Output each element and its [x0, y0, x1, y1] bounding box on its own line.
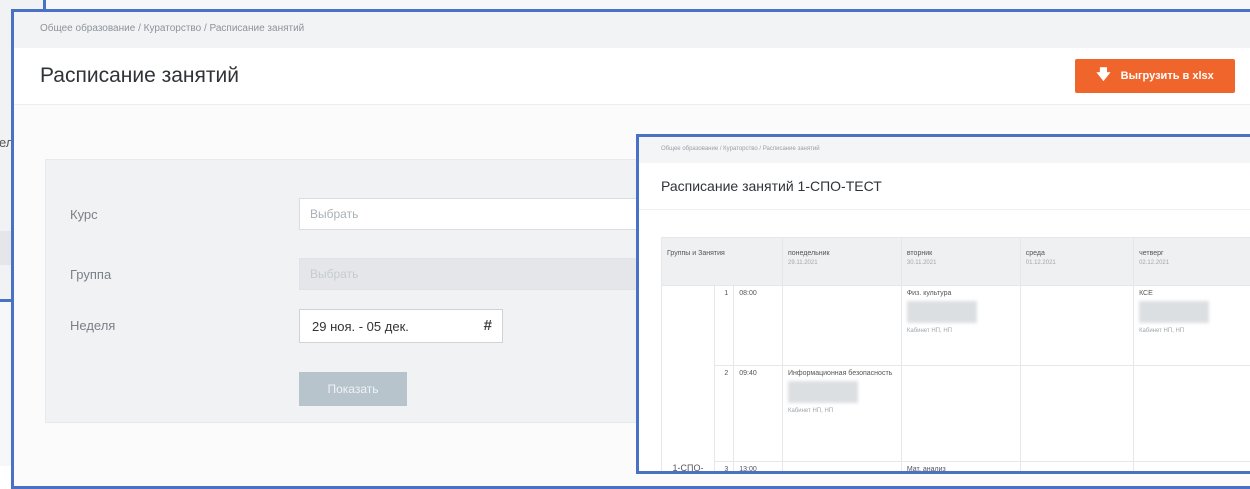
header-groups: Группы и Занятия: [662, 238, 783, 286]
group-placeholder: Выбрать: [310, 267, 358, 281]
table-row: 1-СПО-ТЕСТ 1 08:00 Физ. культураКабинет …: [662, 286, 1250, 366]
lesson-cell: [1020, 286, 1133, 366]
lesson-cell: Мат. анализ: [901, 462, 1020, 475]
lesson-number: 3: [714, 462, 733, 475]
week-value: 29 ноя. - 05 дек.: [312, 319, 409, 334]
header-day: четверг02.12.2021: [1134, 238, 1250, 286]
lesson-cell: КСЕКабинет НП, НП: [1134, 286, 1250, 366]
lesson-cell: [1134, 366, 1250, 462]
week-label: Неделя: [70, 318, 115, 333]
schedule-header-row: Группы и Занятия понедельник29.11.2021 в…: [662, 238, 1250, 286]
show-button-label: Показать: [327, 382, 378, 396]
course-placeholder: Выбрать: [310, 207, 358, 221]
lesson-number: 1: [714, 286, 733, 366]
header-day: понедельник29.11.2021: [782, 238, 901, 286]
page-title: Расписание занятий: [40, 64, 239, 88]
lesson-cell: [782, 286, 901, 366]
lesson-cell: [1020, 366, 1133, 462]
breadcrumb-bar: Общее образование / Кураторство / Распис…: [14, 12, 1250, 49]
overlay-breadcrumb-bar: Общее образование / Кураторство / Распис…: [639, 137, 1250, 163]
week-picker[interactable]: 29 ноя. - 05 дек. #: [299, 309, 503, 343]
title-bar: Расписание занятий 🡇 Выгрузить в xlsx: [14, 48, 1250, 105]
table-row: 3 13:00 Мат. анализ: [662, 462, 1250, 475]
course-label: Курс: [70, 207, 98, 222]
export-xlsx-button[interactable]: 🡇 Выгрузить в xlsx: [1075, 59, 1235, 93]
lesson-cell: Информационная безопасностьКабинет НП, Н…: [782, 366, 901, 462]
group-label: Группа: [70, 267, 111, 282]
lesson-time: 08:00: [734, 286, 783, 366]
header-day: среда01.12.2021: [1020, 238, 1133, 286]
download-arrow-icon: 🡇: [1096, 64, 1110, 88]
overlay-breadcrumb[interactable]: Общее образование / Кураторство / Распис…: [661, 146, 820, 152]
lesson-time: 09:40: [734, 366, 783, 462]
header-day: вторник30.11.2021: [901, 238, 1020, 286]
table-row: 2 09:40 Информационная безопасностьКабин…: [662, 366, 1250, 462]
filter-card: Курс Выбрать Группа Выбрать Неделя 29 но…: [45, 159, 687, 423]
lesson-time: 13:00: [734, 462, 783, 475]
lesson-cell: [782, 462, 901, 475]
schedule-result-window: Общее образование / Кураторство / Распис…: [636, 134, 1250, 474]
show-button[interactable]: Показать: [299, 372, 407, 406]
breadcrumb[interactable]: Общее образование / Кураторство / Распис…: [40, 23, 304, 34]
overlay-page-title: Расписание занятий 1-СПО-ТЕСТ: [661, 178, 882, 194]
lesson-cell: Физ. культураКабинет НП, НП: [901, 286, 1020, 366]
lesson-number: 2: [714, 366, 733, 462]
lesson-cell: [1134, 462, 1250, 475]
lesson-cell: [901, 366, 1020, 462]
export-xlsx-label: Выгрузить в xlsx: [1121, 70, 1214, 82]
overlay-divider: [639, 209, 1250, 210]
schedule-table: Группы и Занятия понедельник29.11.2021 в…: [661, 237, 1250, 474]
calendar-icon[interactable]: #: [484, 317, 492, 334]
group-cell: 1-СПО-ТЕСТ: [662, 286, 715, 475]
lesson-cell: [1020, 462, 1133, 475]
